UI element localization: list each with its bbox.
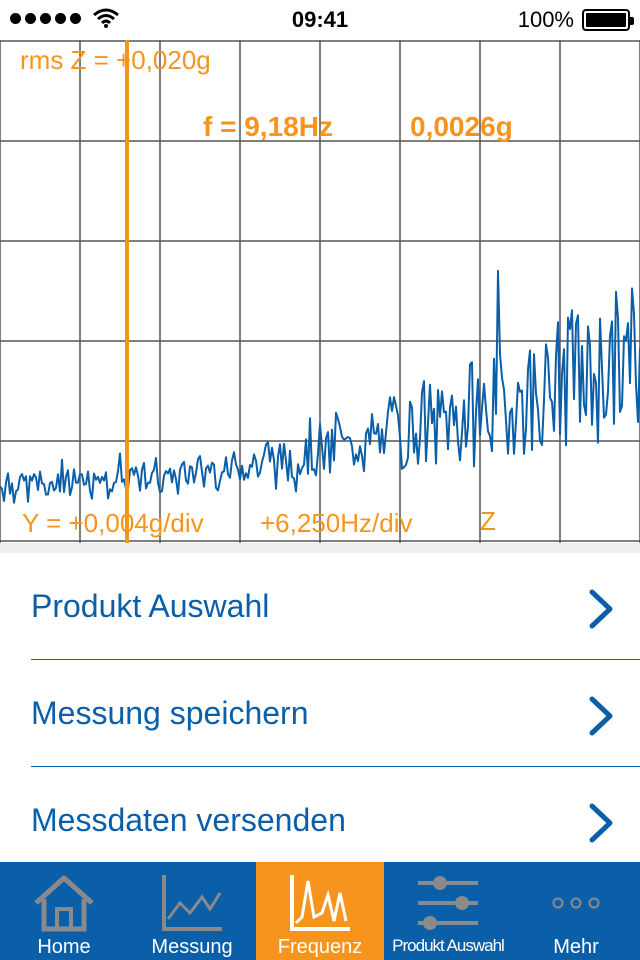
y-scale-label: Y = +0,004g/div bbox=[22, 508, 204, 538]
tab-label: Mehr bbox=[553, 936, 599, 958]
menu-item-label: Messdaten versenden bbox=[31, 802, 346, 838]
amplitude-readout: 0,0026g bbox=[410, 111, 513, 142]
tab-produkt-auswahl[interactable]: Produkt Auswahl bbox=[384, 862, 512, 960]
menu-list: Produkt Auswahl Messung speichern Messda… bbox=[0, 553, 640, 874]
rms-label: rms Z = +0,020g bbox=[20, 45, 211, 75]
spectrum-display[interactable]: rms Z = +0,020g f = 9,18Hz 0,0026g Y = +… bbox=[0, 40, 640, 543]
chevron-right-icon bbox=[589, 589, 613, 629]
chevron-right-icon bbox=[589, 803, 613, 843]
sliders-icon bbox=[418, 876, 478, 930]
tab-label: Frequenz bbox=[277, 936, 363, 958]
tab-home[interactable]: Home bbox=[0, 862, 128, 960]
menu-item-messung-speichern[interactable]: Messung speichern bbox=[0, 660, 640, 767]
more-dots-icon bbox=[552, 897, 600, 909]
spectrum-icon bbox=[290, 875, 350, 931]
line-chart-icon bbox=[162, 875, 222, 931]
chevron-right-icon bbox=[589, 696, 613, 736]
tab-label: Messung bbox=[151, 936, 233, 958]
tab-messung[interactable]: Messung bbox=[128, 862, 256, 960]
house-icon bbox=[34, 875, 94, 932]
axis-label: Z bbox=[480, 506, 496, 536]
menu-item-messdaten-versenden[interactable]: Messdaten versenden bbox=[0, 767, 640, 874]
menu-item-label: Produkt Auswahl bbox=[31, 588, 270, 624]
battery-fill bbox=[586, 13, 626, 27]
menu-item-label: Messung speichern bbox=[31, 695, 309, 731]
menu-item-produkt-auswahl[interactable]: Produkt Auswahl bbox=[0, 553, 640, 660]
frequency-readout: f = 9,18Hz bbox=[203, 111, 333, 142]
tab-mehr[interactable]: Mehr bbox=[512, 862, 640, 960]
tab-label: Home bbox=[37, 936, 91, 958]
tab-label: Produkt Auswahl bbox=[392, 936, 505, 955]
battery-icon bbox=[582, 9, 634, 31]
tab-frequenz[interactable]: Frequenz bbox=[256, 862, 384, 960]
tab-bar: Home Messung Frequenz Produkt Auswahl Me… bbox=[0, 862, 640, 960]
x-scale-label: +6,250Hz/div bbox=[260, 508, 413, 538]
battery-percent: 100% bbox=[517, 7, 574, 32]
section-separator bbox=[0, 543, 640, 553]
status-bar: 09:41 100% bbox=[0, 0, 640, 40]
